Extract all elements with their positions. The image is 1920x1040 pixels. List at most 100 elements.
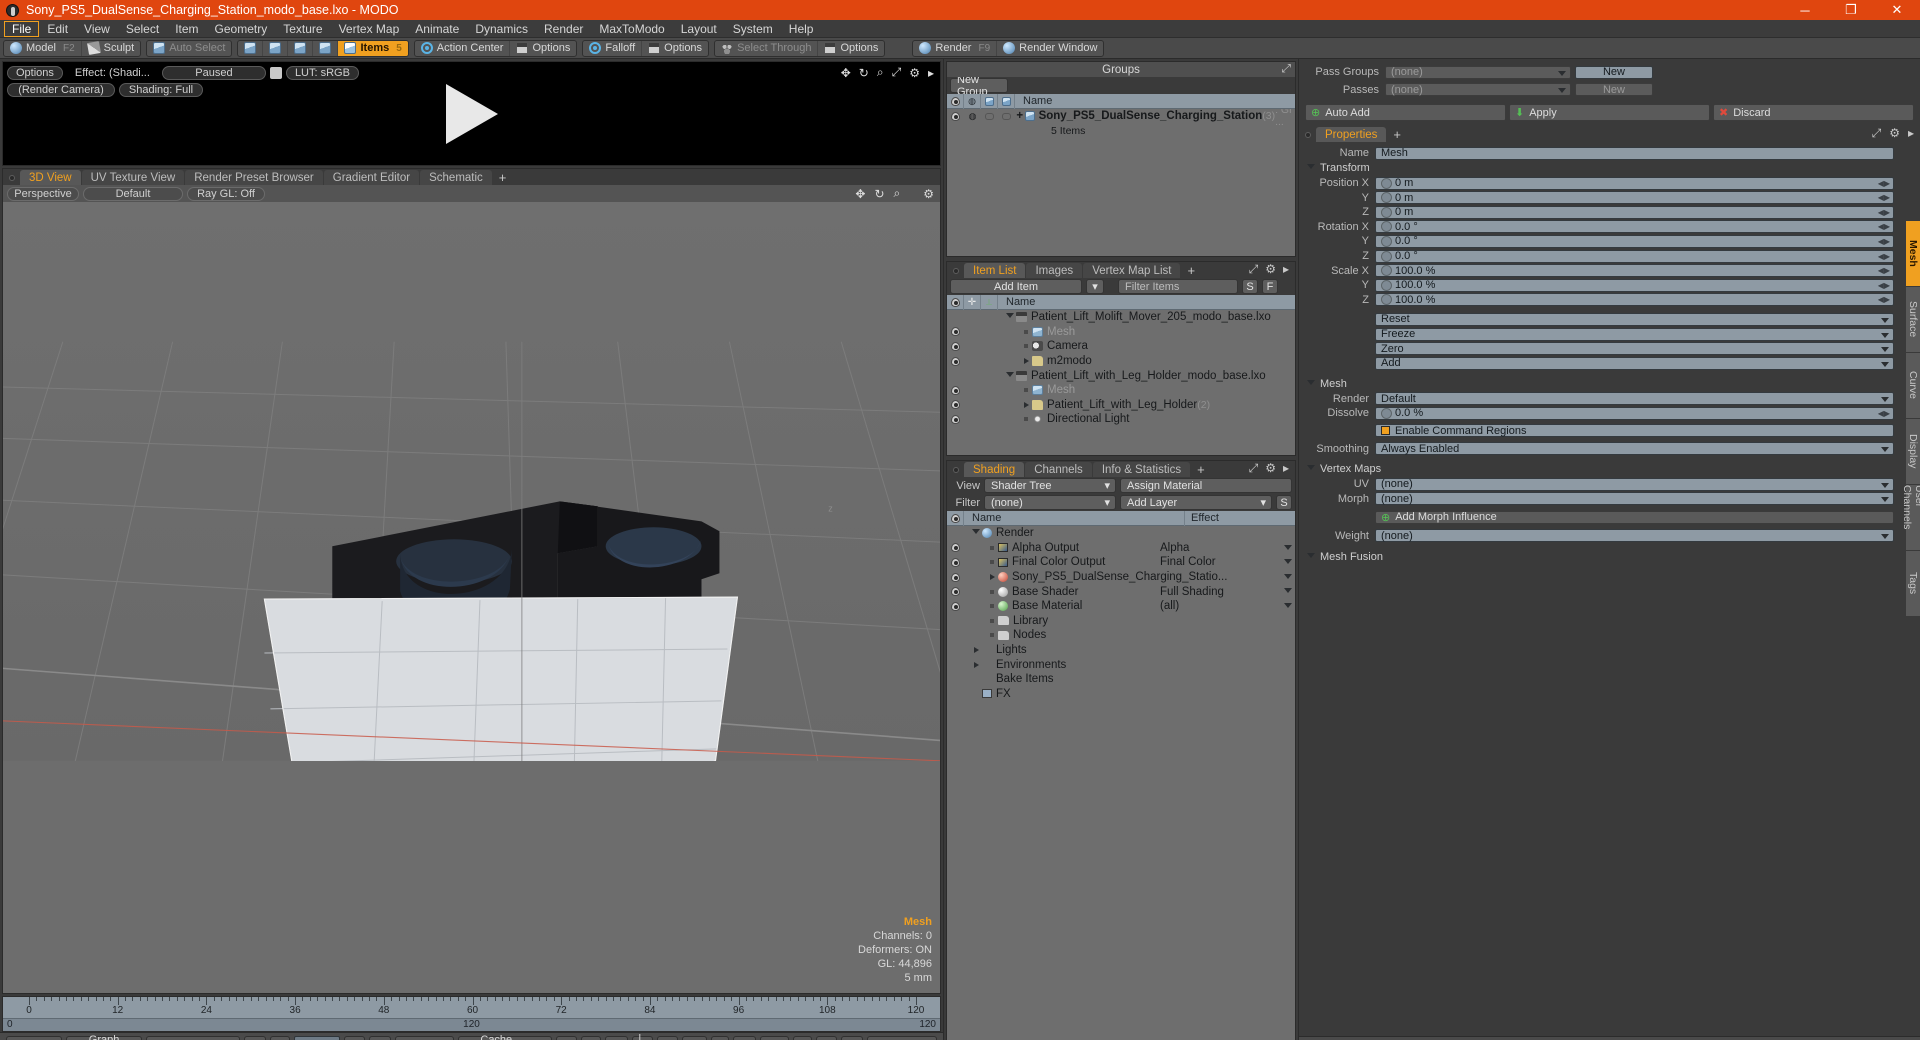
shading-filter-dropdown[interactable]: (none) ▾	[984, 495, 1116, 510]
menu-item-select[interactable]: Select	[118, 21, 167, 37]
item-row-eye[interactable]	[947, 341, 964, 351]
transform-knob[interactable]	[1381, 235, 1392, 247]
side-tab-display[interactable]: Display	[1906, 419, 1920, 485]
play-button[interactable]: ▶ Play	[394, 1036, 454, 1040]
shading-gear-icon[interactable]: ⚙	[1265, 461, 1276, 476]
shader-row-eye[interactable]	[947, 587, 964, 597]
ray-gl-button[interactable]: Ray GL: Off	[187, 186, 265, 201]
item-row-eye[interactable]	[947, 400, 964, 410]
properties-chevron-icon[interactable]: ▸	[1908, 126, 1914, 141]
gear-icon[interactable]: ⚙	[909, 66, 920, 80]
menu-item-file[interactable]: File	[4, 20, 40, 37]
tab-render-preset-browser[interactable]: Render Preset Browser	[185, 170, 323, 185]
groups-row-a[interactable]	[981, 112, 998, 120]
move-icon[interactable]: ✥	[841, 66, 851, 80]
items-mode-button[interactable]: Items 5	[338, 40, 408, 56]
side-tab-curve[interactable]: Curve	[1906, 353, 1920, 419]
transform-value-field[interactable]: 0.0 ° ◀▶	[1375, 220, 1894, 234]
polygon-mode-button[interactable]	[288, 40, 314, 56]
weight-dropdown[interactable]: (none)	[1375, 529, 1894, 543]
shader-tree-dropdown[interactable]: Shader Tree ▾	[984, 478, 1116, 493]
tab-shading[interactable]: Shading	[964, 462, 1025, 477]
mesh-property-stepper-icon[interactable]: ◀▶	[1878, 409, 1890, 418]
item-row-eye[interactable]	[947, 327, 964, 337]
item-list-menu-dot[interactable]	[953, 268, 959, 274]
key-tool-2-button[interactable]: ◈	[580, 1036, 601, 1040]
item-row-twirl[interactable]	[1020, 358, 1032, 365]
shader-row-twirl[interactable]	[986, 574, 998, 581]
shader-row[interactable]: Sony_PS5_DualSense_Charging_Statio...	[947, 570, 1295, 585]
item-list-expand-icon[interactable]: ⤢	[1249, 262, 1259, 277]
side-tab-surface[interactable]: Surface	[1906, 287, 1920, 353]
transform-value-field[interactable]: 100.0 % ◀▶	[1375, 293, 1894, 307]
item-list-row[interactable]: Mesh	[947, 383, 1295, 398]
chevron-down-icon-effect[interactable]	[1284, 559, 1292, 565]
timeline[interactable]: 0 12 24 36 48 60 72 84 96 108 120 0 120 120	[2, 996, 941, 1032]
item-row-twirl[interactable]	[1020, 329, 1032, 334]
viewport-add-tab[interactable]: +	[493, 170, 513, 185]
vertex-maps-section-header[interactable]: Vertex Maps	[1303, 462, 1898, 477]
shader-row[interactable]: Library	[947, 614, 1295, 629]
transform-knob[interactable]	[1381, 192, 1392, 204]
tab-3d-view[interactable]: 3D View	[20, 170, 81, 185]
side-tab-user-channels[interactable]: User Channels	[1901, 485, 1920, 551]
key-next-button[interactable]: |◁	[632, 1033, 654, 1040]
previous-frame-button[interactable]: ◁	[269, 1036, 290, 1040]
transform-stepper-icon[interactable]: ◀▶	[1878, 281, 1890, 290]
falloff-button[interactable]: Falloff	[583, 40, 643, 56]
transform-stepper-icon[interactable]: ◀▶	[1878, 208, 1890, 217]
edge-mode-button[interactable]	[263, 40, 289, 56]
next-frame-button[interactable]: ▷	[344, 1036, 365, 1040]
shading-s-button[interactable]: S	[1276, 495, 1292, 510]
chevron-down-icon-effect[interactable]	[1284, 573, 1292, 579]
transform-value-field[interactable]: 0.0 ° ◀▶	[1375, 234, 1894, 248]
fit-icon[interactable]: ⤢	[892, 65, 902, 80]
settings-button[interactable]: ⚙ Settings	[867, 1036, 938, 1040]
tab-uv-texture-view[interactable]: UV Texture View	[81, 170, 185, 185]
item-list-f-button[interactable]: F	[1262, 279, 1278, 294]
item-row-twirl[interactable]	[1004, 371, 1016, 380]
animated-dropdown[interactable]: Animated ▾	[145, 1036, 240, 1040]
apply-button[interactable]: ⬇ Apply	[1509, 104, 1710, 122]
audio-button[interactable]: ♫ Audio	[6, 1036, 63, 1040]
transform-value-field[interactable]: 100.0 % ◀▶	[1375, 264, 1894, 278]
render-camera-button[interactable]: (Render Camera)	[7, 83, 115, 97]
item-list-row[interactable]: Camera	[947, 339, 1295, 354]
chevron-right-icon[interactable]: ▸	[928, 66, 934, 80]
item-list-row[interactable]: Patient_Lift_Molift_Mover_205_modo_base.…	[947, 310, 1295, 325]
select-through-button[interactable]: Select Through	[715, 40, 819, 56]
transform-knob[interactable]	[1381, 177, 1392, 189]
preview-paused-button[interactable]: Paused	[161, 66, 266, 80]
tab-channels[interactable]: Channels	[1025, 462, 1092, 477]
enable-command-regions-checkbox[interactable]: Enable Command Regions	[1375, 424, 1894, 438]
model-mode-button[interactable]: Model F2	[4, 40, 82, 56]
add-morph-influence-button[interactable]: ⊕ Add Morph Influence	[1375, 510, 1894, 524]
material-mode-button[interactable]	[313, 40, 339, 56]
properties-menu-dot[interactable]	[1305, 132, 1311, 139]
transform-action-zero-button[interactable]: Zero	[1375, 342, 1894, 356]
passes-dropdown[interactable]: (none)	[1385, 83, 1571, 97]
current-frame-field[interactable]: 0	[293, 1036, 341, 1040]
curve-key-button[interactable]: ∿	[657, 1036, 679, 1040]
vertex-mode-button[interactable]	[238, 40, 264, 56]
shading-add-tab[interactable]: +	[1191, 462, 1211, 477]
menu-item-layout[interactable]: Layout	[673, 21, 725, 37]
transform-value-field[interactable]: 100.0 % ◀▶	[1375, 278, 1894, 292]
transform-stepper-icon[interactable]: ◀▶	[1878, 252, 1890, 261]
key-forward-button[interactable]: ▷|	[732, 1036, 757, 1040]
menu-item-view[interactable]: View	[76, 21, 118, 37]
item-row-twirl[interactable]	[1020, 401, 1032, 408]
viewport-gear-icon[interactable]: ⚙	[923, 187, 934, 201]
graph-editor-button[interactable]: ◩ Graph Editor	[66, 1034, 142, 1040]
transform-stepper-icon[interactable]: ◀▶	[1878, 295, 1890, 304]
shader-row[interactable]: Lights	[947, 643, 1295, 658]
viewport-rotate-icon[interactable]: ↻	[874, 187, 884, 201]
viewport-move-icon[interactable]: ✥	[855, 187, 865, 201]
transform-knob[interactable]	[1381, 206, 1392, 218]
shader-row-twirl[interactable]	[986, 618, 998, 623]
properties-expand-icon[interactable]: ⤢	[1872, 126, 1882, 141]
transform-action-add-button[interactable]: Add	[1375, 356, 1894, 370]
menu-item-texture[interactable]: Texture	[275, 21, 330, 37]
transform-value-field[interactable]: 0.0 ° ◀▶	[1375, 249, 1894, 263]
mesh-property-knob[interactable]	[1381, 407, 1392, 419]
